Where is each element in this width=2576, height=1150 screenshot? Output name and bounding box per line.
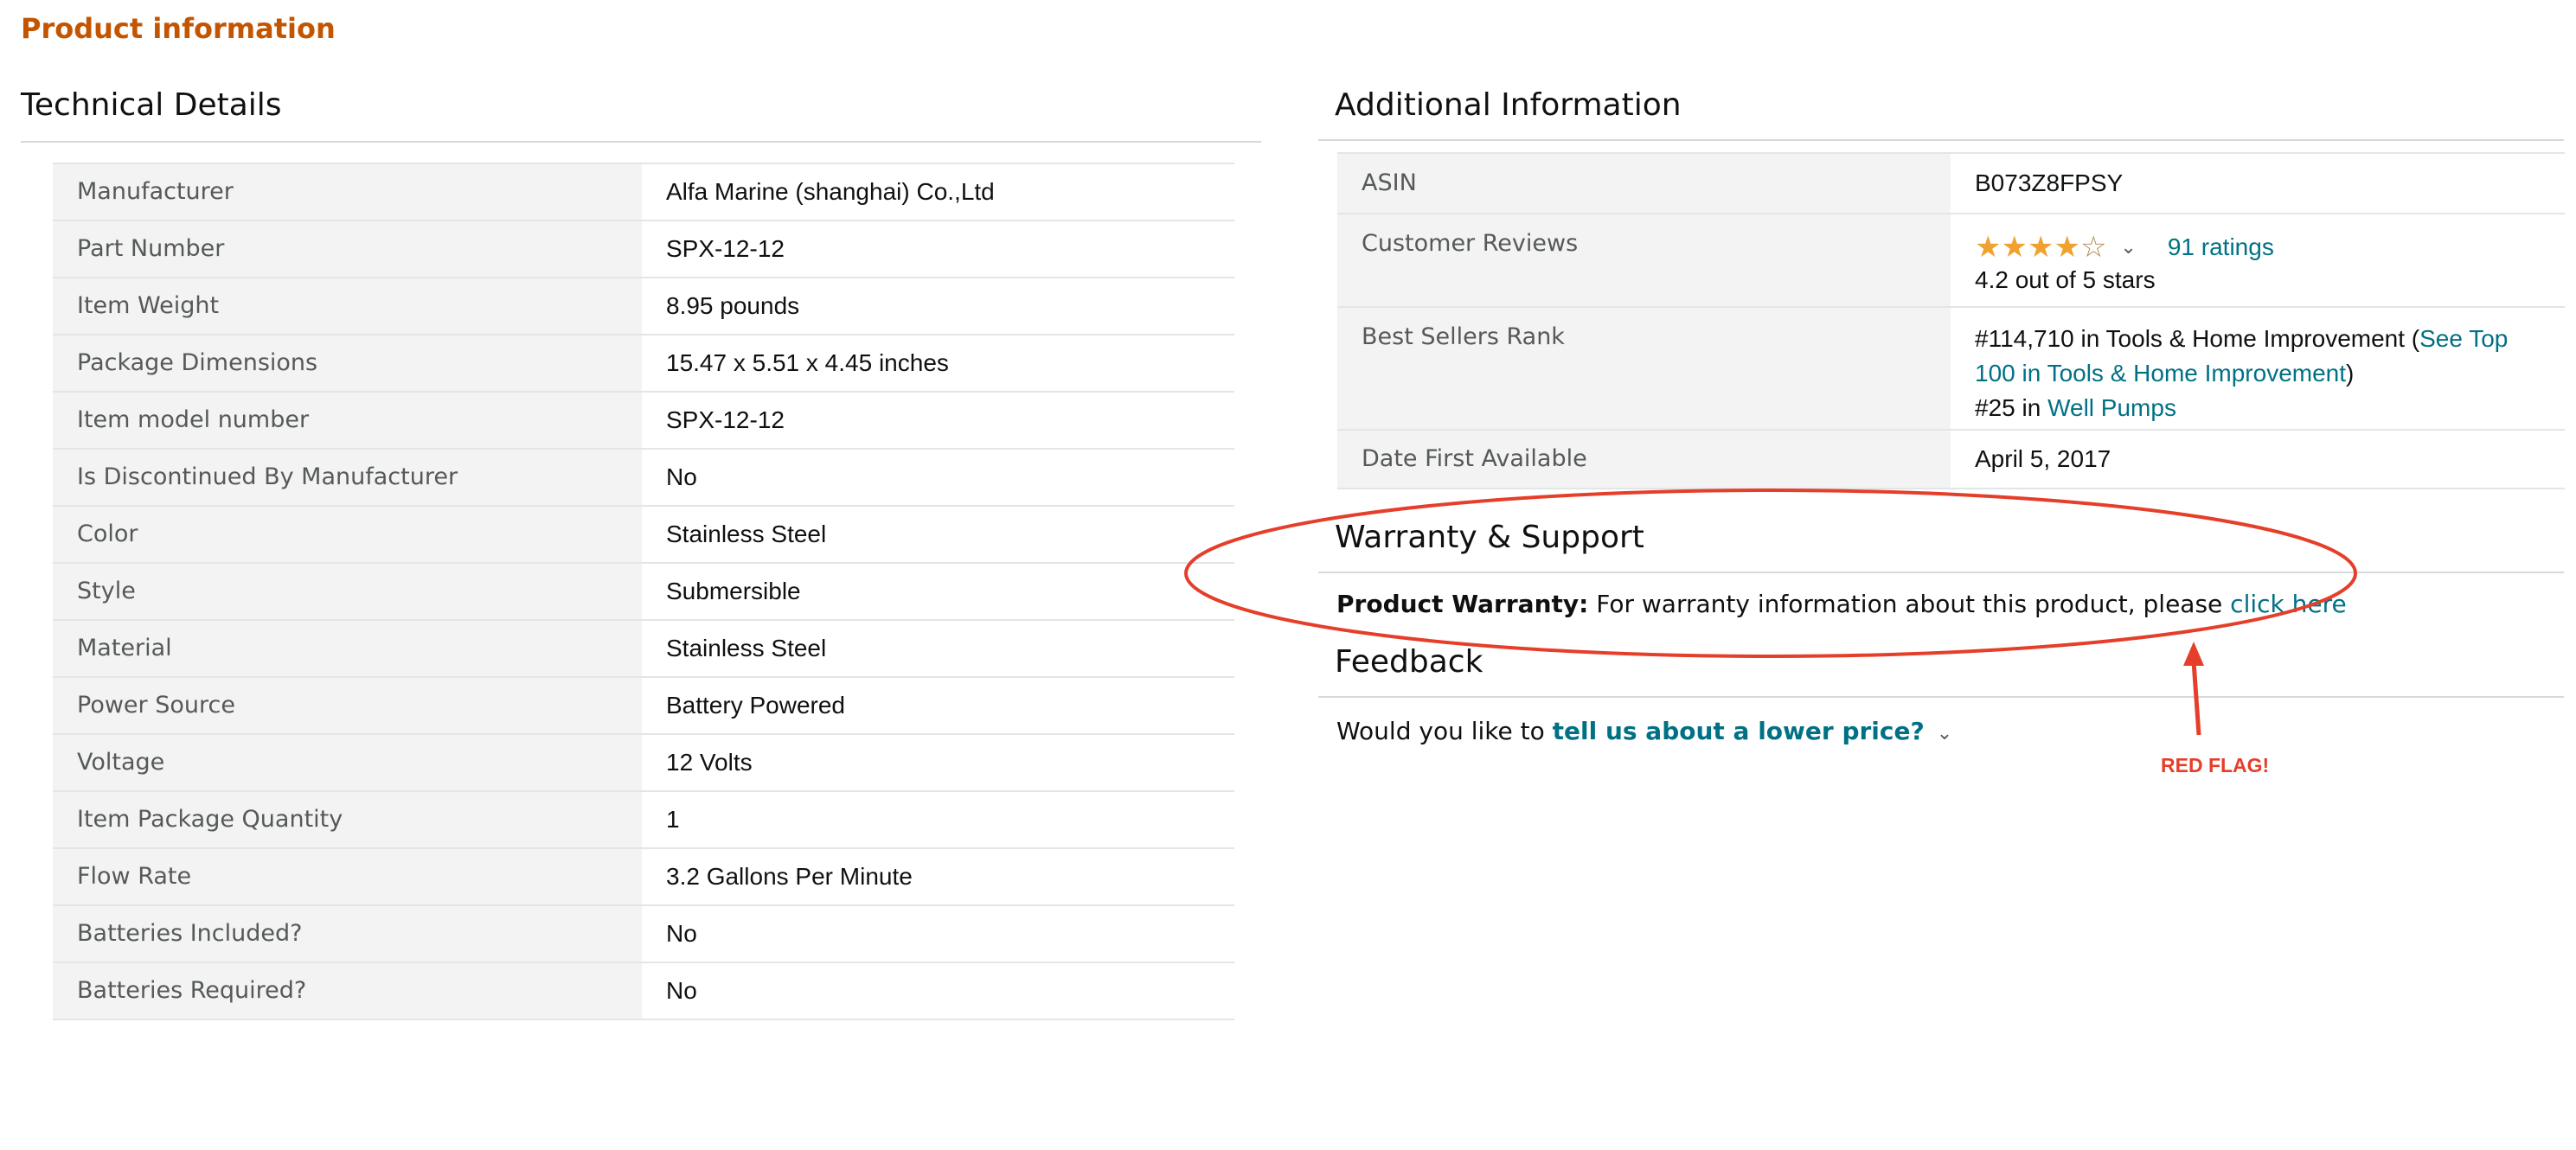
star-empty-icon: ☆ [2079, 231, 2107, 264]
spec-value: 1 [642, 790, 1234, 849]
red-flag-label: RED FLAG! [2161, 754, 2270, 776]
spec-label: Color [53, 505, 642, 564]
asin-label: ASIN [1337, 152, 1951, 214]
feedback-prefix: Would you like to [1336, 717, 1553, 745]
star-icon: ★ [2054, 231, 2080, 264]
spec-label: Flow Rate [53, 847, 642, 906]
table-row: Best Sellers Rank #114,710 in Tools & Ho… [1337, 306, 2565, 431]
well-pumps-link[interactable]: Well Pumps [2047, 394, 2176, 421]
spec-value: SPX-12-12 [642, 220, 1234, 278]
spec-label: Material [53, 619, 642, 678]
spec-label: Batteries Required? [53, 962, 642, 1020]
additional-info-table: ASIN B073Z8FPSY Customer Reviews ★ ★ ★ ★… [1337, 152, 2565, 489]
spec-label: Item Weight [53, 277, 642, 335]
spec-label: Item Package Quantity [53, 790, 642, 849]
product-warranty-text: Product Warranty: For warranty informati… [1336, 590, 2347, 618]
star-icon: ★ [2001, 231, 2028, 264]
table-row: Customer Reviews ★ ★ ★ ★ ☆ ⌄ 91 ratings … [1337, 213, 2565, 308]
warranty-click-here-link[interactable]: click here [2230, 590, 2347, 618]
spec-label: Item model number [53, 391, 642, 450]
rating-summary: 4.2 out of 5 stars [1975, 266, 2156, 293]
table-row: Material Stainless Steel [53, 619, 1234, 678]
star-rating-icon[interactable]: ★ ★ ★ ★ ☆ [1975, 233, 2106, 262]
table-row: Style Submersible [53, 562, 1234, 621]
spec-value: No [642, 962, 1234, 1020]
arrow-up-icon [2183, 642, 2204, 666]
table-row: Voltage 12 Volts [53, 733, 1234, 792]
customer-reviews-value: ★ ★ ★ ★ ☆ ⌄ 91 ratings 4.2 out of 5 star… [1951, 213, 2565, 308]
date-first-available-value: April 5, 2017 [1951, 429, 2565, 489]
table-row: Batteries Included? No [53, 904, 1234, 963]
table-row: Date First Available April 5, 2017 [1337, 429, 2565, 489]
chevron-down-icon[interactable]: ⌄ [1937, 723, 1952, 744]
spec-label: Part Number [53, 220, 642, 278]
rank-text: #114,710 in Tools & Home Improvement ( [1975, 325, 2420, 352]
feedback-heading: Feedback [1335, 644, 1483, 680]
asin-value: B073Z8FPSY [1951, 152, 2565, 214]
best-sellers-rank-label: Best Sellers Rank [1337, 306, 1951, 431]
feedback-divider [1318, 696, 2564, 698]
rank-text: #25 in [1975, 394, 2048, 421]
spec-value: 12 Volts [642, 733, 1234, 792]
table-row: Item Weight 8.95 pounds [53, 277, 1234, 335]
spec-value: Alfa Marine (shanghai) Co.,Ltd [642, 163, 1234, 221]
chevron-down-icon[interactable]: ⌄ [2120, 230, 2136, 265]
spec-label: Package Dimensions [53, 334, 642, 393]
table-row: Power Source Battery Powered [53, 676, 1234, 735]
spec-value: SPX-12-12 [642, 391, 1234, 450]
spec-value: Submersible [642, 562, 1234, 621]
warranty-support-heading: Warranty & Support [1335, 520, 1644, 555]
page-title: Product information [21, 12, 336, 45]
spec-value: No [642, 448, 1234, 507]
annotation-arrow-shaft [2191, 661, 2201, 736]
technical-details-table: Manufacturer Alfa Marine (shanghai) Co.,L… [53, 163, 1234, 1020]
table-row: Flow Rate 3.2 Gallons Per Minute [53, 847, 1234, 906]
spec-value: No [642, 904, 1234, 963]
warranty-description: For warranty information about this prod… [1588, 590, 2231, 618]
table-row: Batteries Required? No [53, 962, 1234, 1020]
best-sellers-rank-value: #114,710 in Tools & Home Improvement (Se… [1951, 306, 2565, 431]
additional-info-divider [1318, 139, 2564, 141]
ratings-link[interactable]: 91 ratings [2168, 230, 2274, 265]
spec-value: 15.47 x 5.51 x 4.45 inches [642, 334, 1234, 393]
technical-details-heading: Technical Details [21, 87, 282, 123]
table-row: Color Stainless Steel [53, 505, 1234, 564]
spec-value: Stainless Steel [642, 505, 1234, 564]
warranty-divider [1318, 572, 2564, 573]
spec-value: Stainless Steel [642, 619, 1234, 678]
spec-value: Battery Powered [642, 676, 1234, 735]
lower-price-link[interactable]: tell us about a lower price? [1553, 717, 1925, 745]
spec-label: Style [53, 562, 642, 621]
highlight-ellipse [1184, 489, 2357, 658]
technical-details-divider [21, 141, 1261, 143]
spec-value: 8.95 pounds [642, 277, 1234, 335]
table-row: Package Dimensions 15.47 x 5.51 x 4.45 in… [53, 334, 1234, 393]
table-row: Is Discontinued By Manufacturer No [53, 448, 1234, 507]
star-icon: ★ [2027, 231, 2054, 264]
rank-suffix: ) [2346, 360, 2355, 387]
additional-info-heading: Additional Information [1335, 87, 1682, 123]
spec-label: Power Source [53, 676, 642, 735]
spec-label: Is Discontinued By Manufacturer [53, 448, 642, 507]
date-first-available-label: Date First Available [1337, 429, 1951, 489]
feedback-text: Would you like to tell us about a lower … [1336, 717, 1983, 745]
customer-reviews-label: Customer Reviews [1337, 213, 1951, 308]
table-row: ASIN B073Z8FPSY [1337, 152, 2565, 214]
product-warranty-label: Product Warranty: [1336, 590, 1589, 618]
spec-label: Batteries Included? [53, 904, 642, 963]
table-row: Item model number SPX-12-12 [53, 391, 1234, 450]
star-icon: ★ [1975, 231, 2002, 264]
table-row: Item Package Quantity 1 [53, 790, 1234, 849]
spec-label: Manufacturer [53, 163, 642, 221]
table-row: Part Number SPX-12-12 [53, 220, 1234, 278]
table-row: Manufacturer Alfa Marine (shanghai) Co.,L… [53, 163, 1234, 221]
spec-label: Voltage [53, 733, 642, 792]
spec-value: 3.2 Gallons Per Minute [642, 847, 1234, 906]
